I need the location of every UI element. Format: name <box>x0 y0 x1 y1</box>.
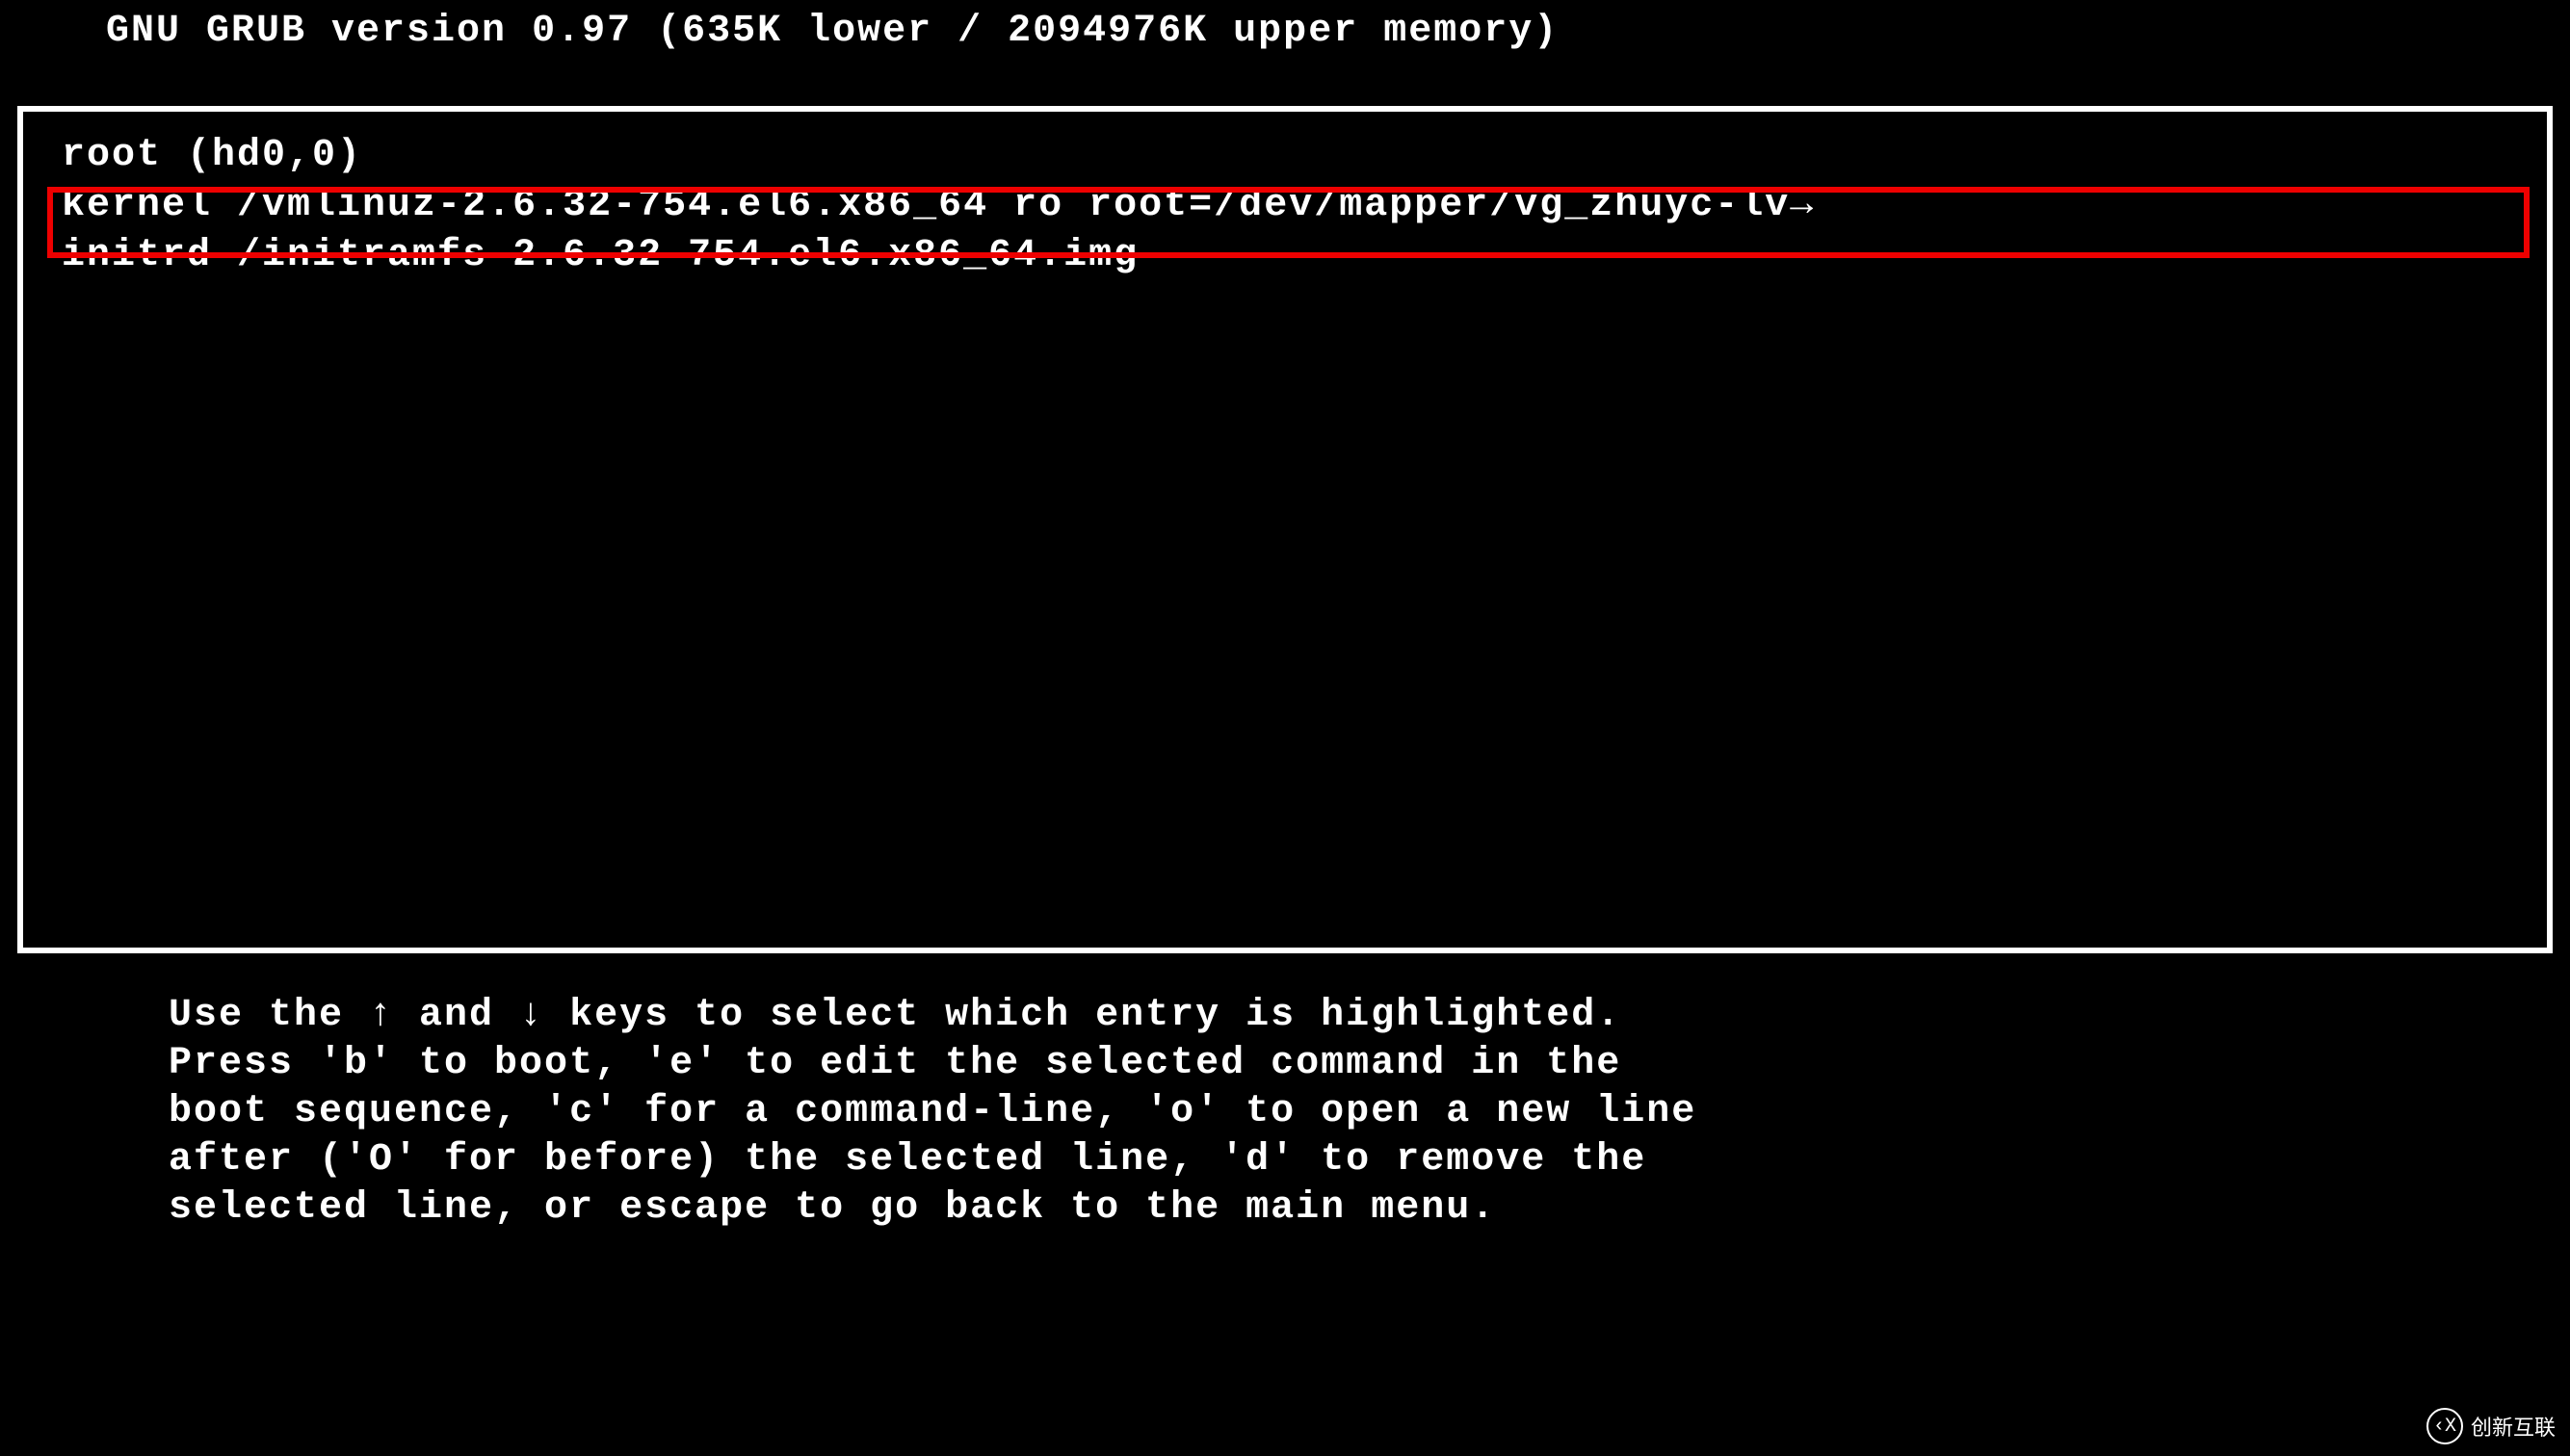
menu-line-root[interactable]: root (hd0,0) <box>23 131 2547 181</box>
instruction-line-1: Use the ↑ and ↓ keys to select which ent… <box>169 992 2401 1040</box>
instruction-line-3: boot sequence, 'c' for a command-line, '… <box>169 1088 2401 1136</box>
instructions: Use the ↑ and ↓ keys to select which ent… <box>0 953 2570 1233</box>
selection-highlight <box>47 187 2530 258</box>
watermark: ‹X 创新互联 <box>2426 1408 2556 1444</box>
instruction-line-2: Press 'b' to boot, 'e' to edit the selec… <box>169 1040 2401 1088</box>
boot-menu-container: root (hd0,0) kernel /vmlinuz-2.6.32-754.… <box>17 106 2553 953</box>
grub-header: GNU GRUB version 0.97 (635K lower / 2094… <box>0 10 2570 53</box>
watermark-icon: ‹X <box>2426 1408 2463 1444</box>
grub-title: GNU GRUB version 0.97 (635K lower / 2094… <box>106 10 1559 53</box>
instruction-line-5: selected line, or escape to go back to t… <box>169 1184 2401 1233</box>
instruction-line-4: after ('O' for before) the selected line… <box>169 1136 2401 1184</box>
watermark-text: 创新互联 <box>2471 1411 2556 1442</box>
